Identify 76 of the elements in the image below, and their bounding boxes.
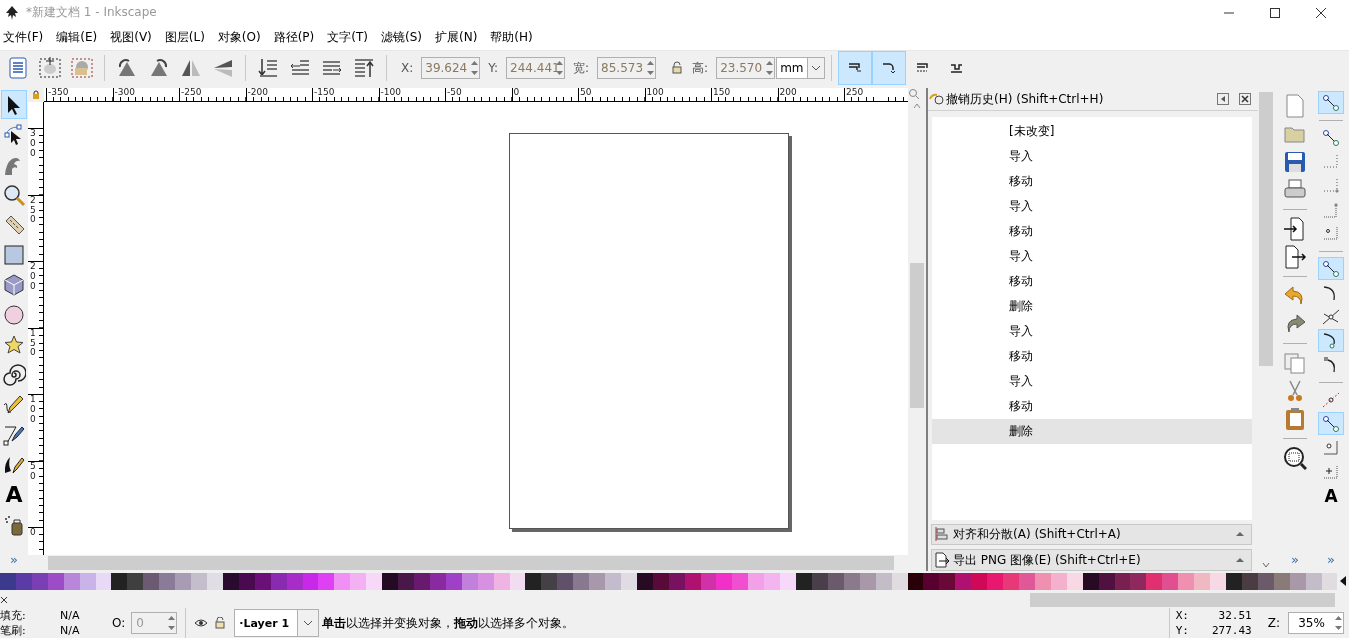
ruler-label: 50 — [29, 461, 37, 482]
ruler-label: 100 — [646, 88, 664, 98]
history-item[interactable]: 移动 — [932, 168, 1252, 194]
tool-button[interactable]: A — [1, 480, 27, 510]
history-item[interactable]: 导入 — [932, 318, 1252, 344]
history-item[interactable]: 移动 — [932, 393, 1252, 419]
ruler-label: 200 — [779, 88, 797, 98]
ruler-label: 200 — [29, 262, 37, 292]
more-snaps-button[interactable]: » — [1327, 552, 1335, 568]
ruler-label: -150 — [314, 88, 335, 98]
snap-toggle-button[interactable]: A — [1318, 484, 1344, 508]
ruler-label: -300 — [114, 88, 135, 98]
menu-item[interactable]: 对象(O) — [214, 29, 267, 47]
menu-item[interactable]: 帮助(H) — [487, 29, 539, 47]
opacity-label: O: — [112, 616, 126, 630]
style-value: N/A — [60, 608, 81, 623]
history-item[interactable]: [未改变] — [932, 118, 1252, 144]
ruler-label: 300 — [29, 129, 37, 159]
menu-item[interactable]: 编辑(E) — [53, 29, 104, 47]
style-label: 填充: — [0, 608, 27, 623]
style-value: N/A — [60, 623, 81, 638]
number-field[interactable]: 85.573 — [597, 57, 657, 80]
field-label: 高: — [692, 59, 709, 77]
history-item[interactable]: 移动 — [932, 218, 1252, 244]
ruler-label: 150 — [713, 88, 731, 98]
coordinate-label: Y: — [1175, 623, 1190, 638]
menu-item[interactable]: 扩展(N) — [431, 29, 484, 47]
panel-title: 撤销历史(H) (Shift+Ctrl+H) — [946, 90, 1105, 108]
number-field[interactable]: 23.570 — [716, 57, 776, 80]
history-item[interactable]: 导入 — [932, 368, 1252, 394]
ruler-label: -100 — [380, 88, 401, 98]
history-item[interactable]: 删除 — [932, 293, 1252, 319]
field-label: X: — [401, 61, 414, 76]
history-item[interactable]: 导入 — [932, 193, 1252, 219]
panel-title: 导出 PNG 图像(E) (Shift+Ctrl+E) — [953, 551, 1142, 569]
history-item[interactable]: 移动 — [932, 268, 1252, 294]
zoom-field[interactable]: 35% — [1288, 612, 1344, 634]
zoom-label: Z: — [1267, 616, 1280, 630]
ruler-label: 100 — [29, 395, 37, 425]
status-message: 单击以选择并变换对象，拖动以选择多个对象。 — [322, 614, 575, 632]
collapsed-panel[interactable]: 导出 PNG 图像(E) (Shift+Ctrl+E) — [931, 549, 1252, 572]
more-tools-button[interactable]: » — [10, 552, 18, 568]
menu-item[interactable]: 文字(T) — [324, 29, 374, 47]
window-title: *新建文档 1 - Inkscape — [26, 4, 158, 22]
ruler-label: 150 — [29, 328, 37, 359]
ruler-label: 250 — [846, 88, 864, 98]
number-field[interactable]: 39.624 — [421, 57, 481, 80]
number-field[interactable]: 244.441 — [506, 57, 566, 80]
layer-dropdown[interactable]: ·Layer 1 — [234, 609, 320, 637]
menu-item[interactable]: 图层(L) — [161, 29, 211, 47]
ruler-label: -350 — [48, 88, 69, 98]
field-label: Y: — [488, 61, 499, 76]
ruler-label: 0 — [29, 528, 37, 539]
style-label: 笔刷: — [0, 623, 27, 638]
panel-title: 对齐和分散(A) (Shift+Ctrl+A) — [953, 526, 1122, 543]
unit-dropdown[interactable]: mm — [776, 57, 825, 80]
coordinate-label: X: — [1175, 608, 1190, 623]
menu-item[interactable]: 滤镜(S) — [378, 29, 428, 47]
field-label: 宽: — [573, 59, 590, 77]
ruler-label: -200 — [247, 88, 268, 98]
history-item[interactable]: 移动 — [932, 343, 1252, 369]
menu-item[interactable]: 视图(V) — [107, 29, 158, 47]
more-commands-button[interactable]: » — [1291, 552, 1299, 568]
history-item[interactable]: 导入 — [932, 243, 1252, 269]
ruler-label: 50 — [580, 88, 592, 98]
ruler-label: 250 — [29, 195, 37, 226]
ruler-label: -50 — [447, 88, 462, 98]
history-item[interactable]: 删除 — [932, 418, 1252, 444]
menu-item[interactable]: 路径(P) — [270, 29, 321, 47]
coordinate-value: 32.51 — [1217, 608, 1252, 623]
menu-item[interactable]: 文件(F) — [0, 29, 50, 47]
ruler-label: 0 — [513, 88, 520, 98]
ruler-label: -250 — [181, 88, 202, 98]
collapsed-panel[interactable]: 对齐和分散(A) (Shift+Ctrl+A) — [931, 523, 1252, 546]
history-item[interactable]: 导入 — [932, 143, 1252, 169]
coordinate-value: 277.43 — [1211, 623, 1252, 638]
